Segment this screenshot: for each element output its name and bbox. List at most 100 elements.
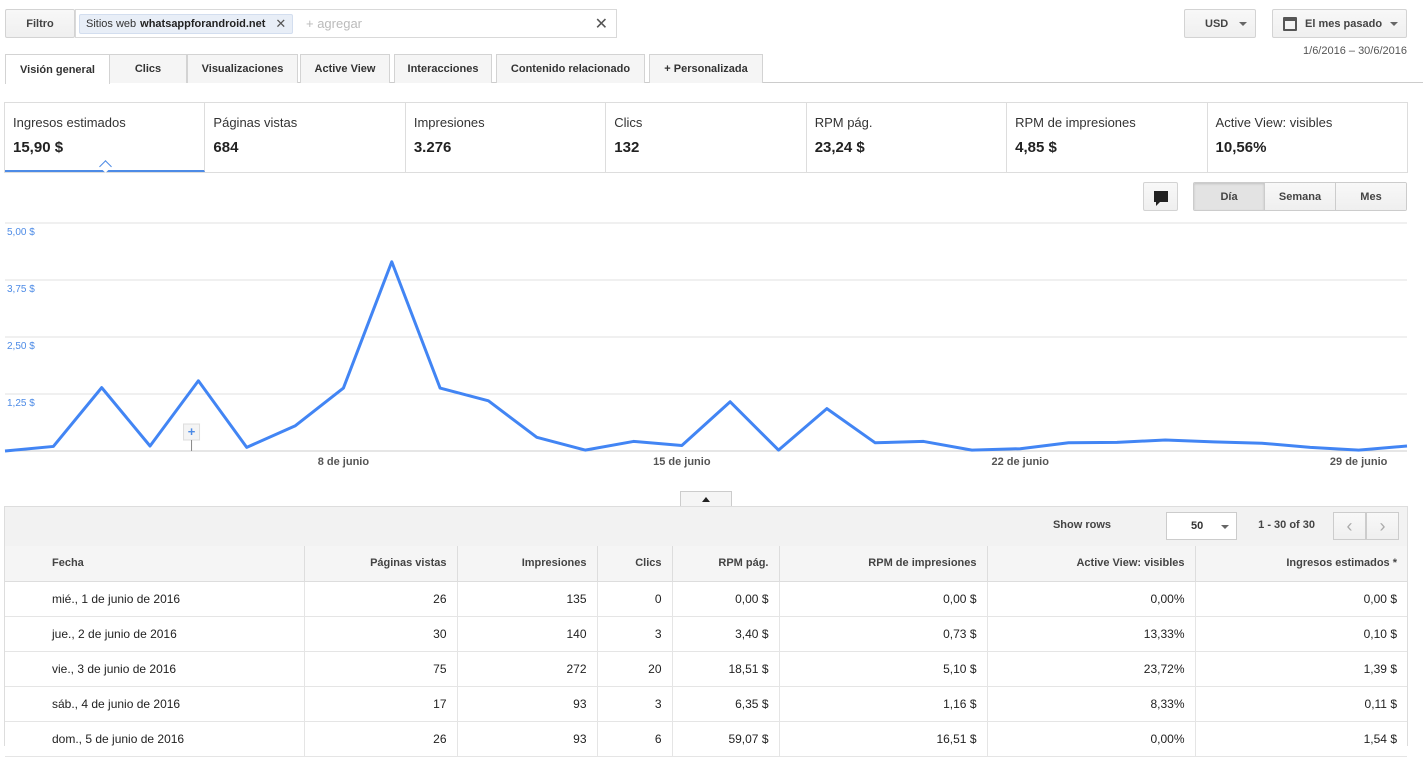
- scorecard-ingresos[interactable]: Ingresos estimados 15,90 $: [5, 103, 206, 172]
- clear-filter-icon[interactable]: ✕: [595, 14, 608, 34]
- calendar-icon: [1283, 16, 1297, 31]
- table-cell: 0,11 $: [1195, 686, 1407, 722]
- table-row: mié., 1 de junio de 2016 26 135 0 0,00 $0,00…: [5, 581, 1407, 617]
- chevron-right-icon: ›: [1379, 515, 1386, 536]
- period-dropdown[interactable]: El mes pasado: [1272, 9, 1407, 38]
- revenue-line-chart: 5,00 $ 3,75 $ 2,50 $ 1,25 $ 8 de junio 15 de …: [4, 222, 1408, 468]
- filter-chip-value: whatsappforandroid.net: [140, 18, 266, 30]
- collapse-chart-button[interactable]: [680, 491, 732, 506]
- scorecard-active-view[interactable]: Active View: visibles 10,56%: [1208, 103, 1407, 172]
- remove-chip-icon[interactable]: ✕: [275, 16, 286, 32]
- currency-dropdown[interactable]: USD: [1184, 9, 1256, 38]
- filter-chip-prefix: Sitios web: [86, 18, 137, 30]
- column-header[interactable]: RPM de impresiones: [779, 546, 988, 582]
- table-row: sáb., 4 de junio de 2016 17 93 3 6,35 $1,16 …: [5, 686, 1407, 722]
- scorecard-rpm-pag[interactable]: RPM pág. 23,24 $: [807, 103, 1008, 172]
- annotation-button[interactable]: [1143, 182, 1178, 211]
- table-cell: 0,00 $: [1195, 581, 1407, 617]
- scorecard-label: Active View: visibles: [1215, 115, 1333, 130]
- table-cell: 6,35 $: [672, 686, 780, 722]
- table-cell: 20: [597, 651, 673, 687]
- scorecard-clics[interactable]: Clics 132: [606, 103, 807, 172]
- scorecards: Ingresos estimados 15,90 $ Páginas vistas…: [4, 102, 1408, 173]
- table-row: jue., 2 de junio de 2016 30 140 3 3,40 $0,73…: [5, 616, 1407, 652]
- table-header-row: Fecha Páginas vistas Impresiones Clics R…: [5, 546, 1407, 582]
- table-cell: 5,10 $: [779, 651, 988, 687]
- table-cell: 1,39 $: [1195, 651, 1407, 687]
- table-cell: vie., 3 de junio de 2016: [5, 651, 305, 687]
- data-table-panel: Show rows 50 1 - 30 of 30 ‹ › Fecha Pági…: [4, 506, 1408, 757]
- column-header[interactable]: Clics: [597, 546, 673, 582]
- scorecard-value: 132: [614, 139, 640, 156]
- filter-chip: Sitios web whatsappforandroid.net ✕: [79, 14, 294, 34]
- table-cell: 23,72%: [987, 651, 1196, 687]
- y-tick-label: 5,00 $: [7, 227, 35, 238]
- rows-per-page-select[interactable]: 50: [1166, 512, 1237, 540]
- scorecard-label: RPM de impresiones: [1015, 115, 1136, 130]
- table-cell: 3: [597, 686, 673, 722]
- x-tick-label: 8 de junio: [318, 456, 370, 468]
- table-cell: 75: [304, 651, 458, 687]
- scorecard-rpm-impresiones[interactable]: RPM de impresiones 4,85 $: [1007, 103, 1208, 172]
- scorecard-label: RPM pág.: [814, 115, 873, 130]
- filter-input-box[interactable]: Sitios web whatsappforandroid.net ✕ + ag…: [75, 9, 617, 38]
- table-cell: 93: [457, 686, 598, 722]
- table-row: vie., 3 de junio de 2016 75 272 20 18,51 $5,…: [5, 651, 1407, 687]
- scorecard-impresiones[interactable]: Impresiones 3.276: [406, 103, 607, 172]
- scorecard-paginas-vistas[interactable]: Páginas vistas 684: [205, 103, 406, 172]
- scorecard-value: 15,90 $: [13, 139, 64, 156]
- table-cell: 13,33%: [987, 616, 1196, 652]
- table-cell: 272: [457, 651, 598, 687]
- column-header[interactable]: RPM pág.: [672, 546, 780, 582]
- add-filter-input[interactable]: + agregar: [306, 16, 362, 31]
- prev-page-button[interactable]: ‹: [1333, 512, 1366, 540]
- tab-vision-general[interactable]: Visión general: [5, 54, 110, 84]
- tab-personalizada[interactable]: + Personalizada: [649, 54, 763, 83]
- chevron-down-icon: [1239, 22, 1247, 26]
- column-header[interactable]: Ingresos estimados *: [1195, 546, 1407, 582]
- granularity-mes[interactable]: Mes: [1336, 183, 1406, 210]
- column-header[interactable]: Fecha: [5, 546, 305, 582]
- scorecard-label: Ingresos estimados: [13, 115, 126, 130]
- table-cell: 59,07 $: [672, 721, 780, 757]
- table-cell: sáb., 4 de junio de 2016: [5, 686, 305, 722]
- table-cell: 0,10 $: [1195, 616, 1407, 652]
- granularity-dia[interactable]: Día: [1194, 183, 1265, 210]
- report-tabs: Visión general Clics Visualizaciones Act…: [5, 54, 1423, 84]
- tab-interacciones[interactable]: Interacciones: [394, 54, 492, 83]
- tab-visualizaciones[interactable]: Visualizaciones: [187, 54, 298, 83]
- scorecard-value: 10,56%: [1215, 139, 1267, 156]
- table-cell: 0,00 $: [672, 581, 780, 617]
- period-label: El mes pasado: [1305, 17, 1383, 30]
- comment-icon: [1153, 191, 1168, 206]
- currency-label: USD: [1205, 17, 1229, 30]
- tab-clics[interactable]: Clics: [109, 54, 187, 83]
- column-header[interactable]: Active View: visibles: [987, 546, 1196, 582]
- table-cell: 3,40 $: [672, 616, 780, 652]
- granularity-semana[interactable]: Semana: [1265, 183, 1336, 210]
- y-tick-label: 3,75 $: [7, 284, 35, 295]
- column-header[interactable]: Impresiones: [457, 546, 598, 582]
- next-page-button[interactable]: ›: [1366, 512, 1399, 540]
- table-cell: 140: [457, 616, 598, 652]
- chevron-left-icon: ‹: [1346, 515, 1353, 536]
- table-cell: 26: [304, 581, 458, 617]
- table-cell: 1,54 $: [1195, 721, 1407, 757]
- y-tick-label: 2,50 $: [7, 341, 35, 352]
- table-cell: 17: [304, 686, 458, 722]
- table-cell: 93: [457, 721, 598, 757]
- rows-value: 50: [1191, 520, 1204, 532]
- tab-active-view[interactable]: Active View: [300, 54, 390, 83]
- filter-button[interactable]: Filtro: [5, 9, 75, 38]
- table-cell: 0,00%: [987, 721, 1196, 757]
- tab-contenido-relacionado[interactable]: Contenido relacionado: [496, 54, 645, 83]
- scorecard-label: Páginas vistas: [213, 115, 298, 130]
- scorecard-value: 684: [213, 139, 239, 156]
- plus-icon: +: [188, 424, 196, 439]
- scorecard-value: 23,24 $: [814, 139, 865, 156]
- scorecard-value: 3.276: [413, 139, 452, 156]
- table-row: dom., 5 de junio de 2016 26 93 6 59,07 $16,5…: [5, 721, 1407, 757]
- scorecard-value: 4,85 $: [1015, 139, 1057, 156]
- table-cell: 8,33%: [987, 686, 1196, 722]
- column-header[interactable]: Páginas vistas: [304, 546, 458, 582]
